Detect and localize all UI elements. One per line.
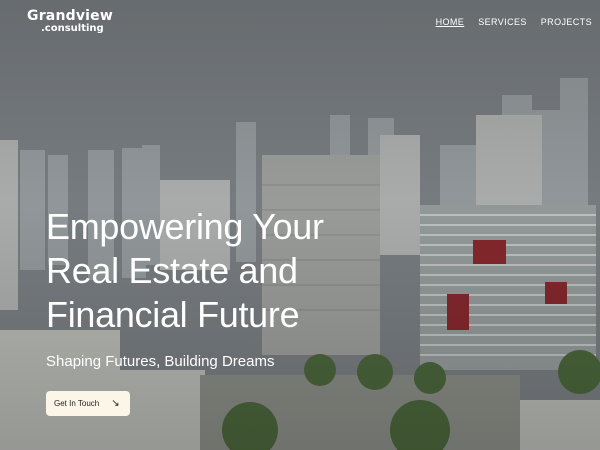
nav-services-link[interactable]: SERVICES — [478, 17, 527, 27]
get-in-touch-button[interactable]: Get In Touch ↘ — [46, 391, 130, 416]
hero-headline-line-2: Real Estate and — [46, 250, 298, 291]
hero-section: Grandview .consulting HOME SERVICES PROJ… — [0, 0, 600, 450]
brand-name: Grandview — [27, 8, 113, 24]
brand-logo[interactable]: Grandview .consulting — [27, 9, 113, 34]
nav-projects-link[interactable]: PROJECTS — [541, 17, 592, 27]
hero-headline: Empowering Your Real Estate and Financia… — [46, 205, 324, 337]
arrow-down-right-icon: ↘ — [111, 397, 120, 409]
nav-home-link[interactable]: HOME — [436, 17, 465, 27]
hero-headline-line-3: Financial Future — [46, 294, 300, 335]
brand-subtitle: .consulting — [41, 23, 104, 34]
get-in-touch-label: Get In Touch — [54, 399, 100, 408]
hero-subheadline: Shaping Futures, Building Dreams — [46, 353, 275, 370]
main-nav: HOME SERVICES PROJECTS — [436, 17, 592, 27]
hero-headline-line-1: Empowering Your — [46, 206, 324, 247]
